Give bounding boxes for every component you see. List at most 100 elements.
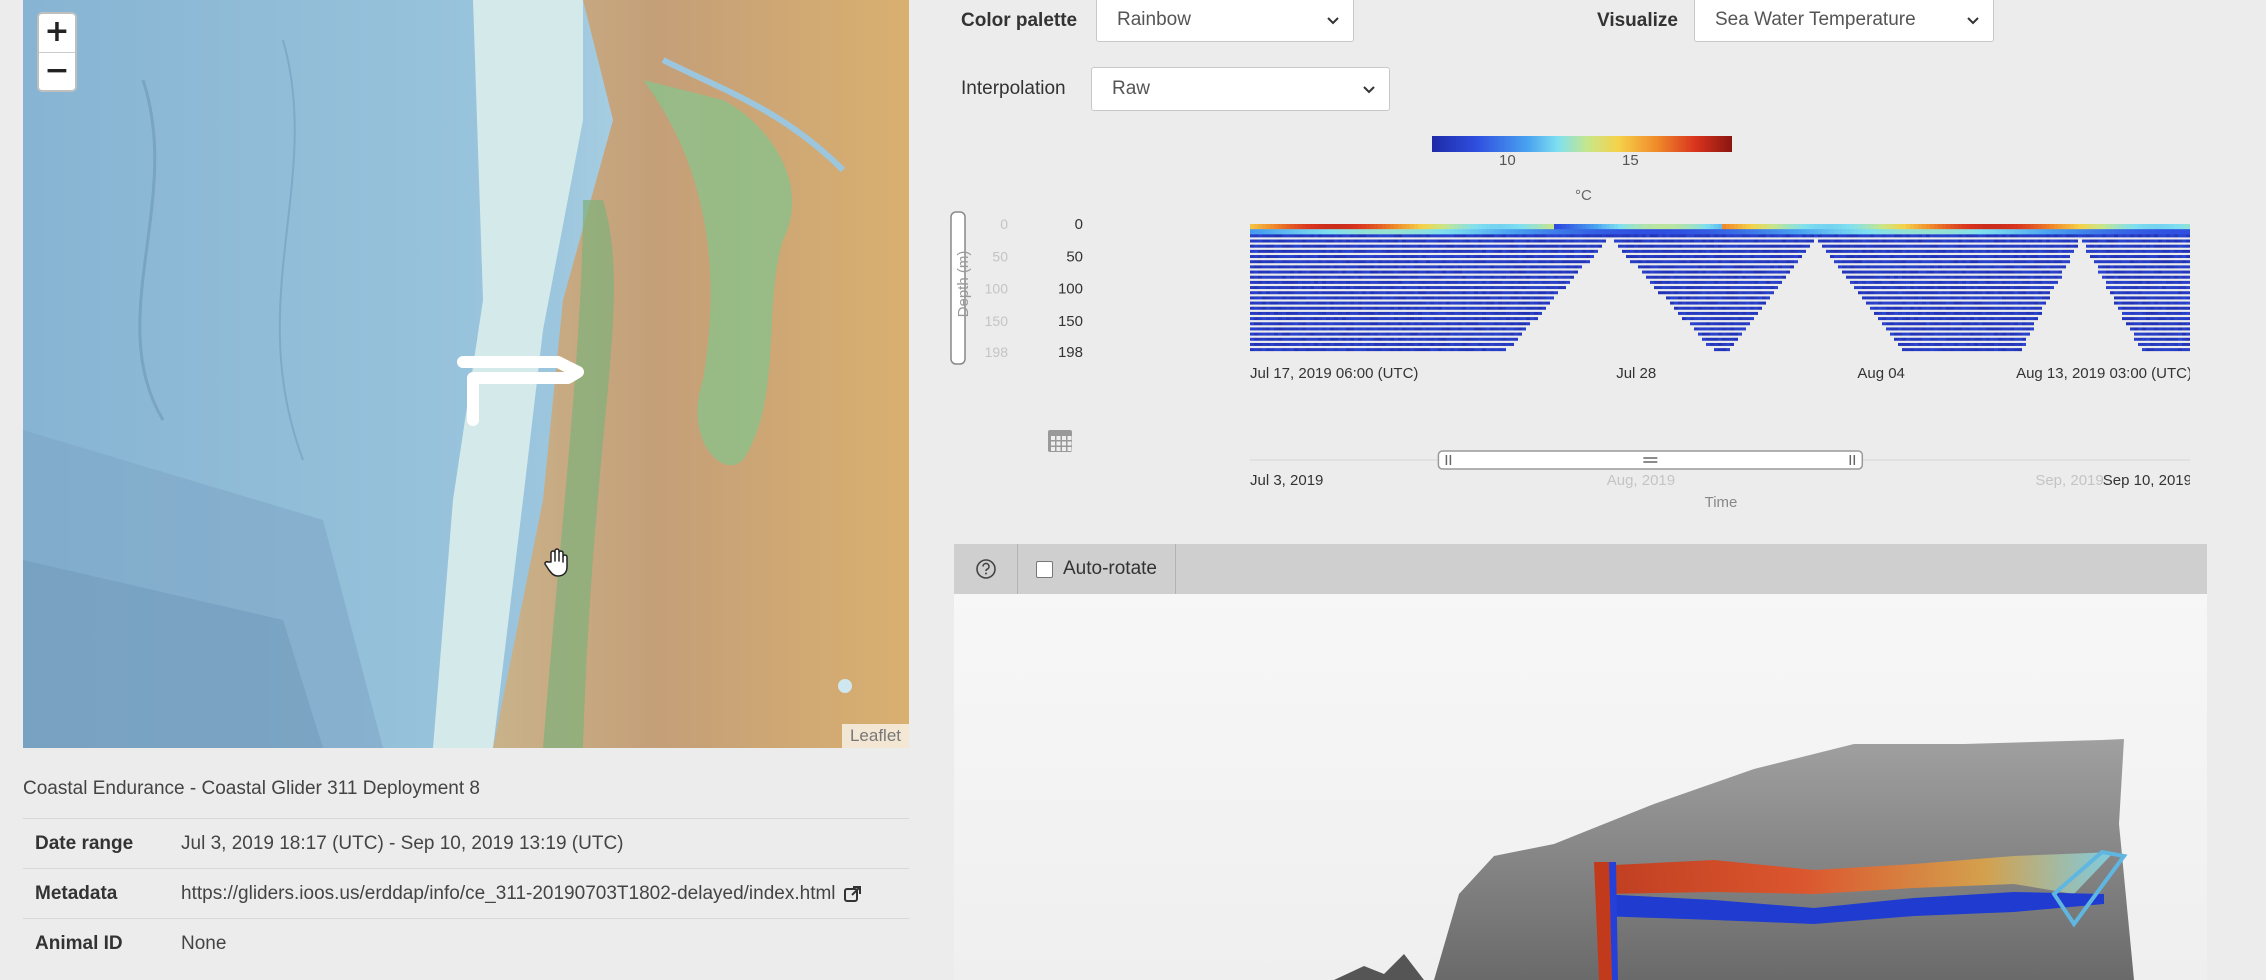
interpolation-select[interactable]: Raw <box>1091 67 1390 111</box>
heatmap-cell <box>1982 260 1986 263</box>
heatmap-cell <box>1654 250 1658 253</box>
heatmap-cell <box>1430 317 1434 320</box>
heatmap-cell <box>1978 260 1982 263</box>
heatmap-cell <box>1454 260 1458 263</box>
heatmap-cell <box>2118 302 2122 305</box>
heatmap-cell <box>2066 260 2070 263</box>
heatmap-cell <box>1958 255 1962 258</box>
heatmap-cell <box>1934 296 1938 299</box>
heatmap-cell <box>2150 245 2154 248</box>
metadata-link[interactable]: https://gliders.ioos.us/erddap/info/ce_3… <box>181 883 836 905</box>
map-attribution[interactable]: Leaflet <box>842 724 909 748</box>
heatmap-cell <box>2090 250 2094 253</box>
heatmap-cell <box>1590 250 1594 253</box>
heatmap-cell <box>2070 245 2074 248</box>
visualize-select[interactable]: Sea Water Temperature <box>1694 0 1994 42</box>
heatmap-cell <box>1530 265 1534 268</box>
heatmap-cell <box>1838 260 1842 263</box>
map-view[interactable]: + − Leaflet <box>23 0 909 748</box>
heatmap-cell <box>1558 255 1562 258</box>
heatmap-cell <box>1498 265 1502 268</box>
calendar-icon[interactable] <box>1048 430 1072 452</box>
heatmap-cell <box>1882 265 1886 268</box>
auto-rotate-toggle[interactable]: Auto-rotate <box>1018 544 1176 594</box>
heatmap-cell <box>1746 234 1750 237</box>
heatmap-cell <box>1442 250 1446 253</box>
external-link-icon[interactable] <box>844 885 862 903</box>
heatmap-cell <box>2114 276 2118 279</box>
heatmap-cell <box>2138 307 2142 310</box>
heatmap-cell <box>1502 271 1506 274</box>
heatmap-cell <box>1358 322 1362 325</box>
heatmap-cell <box>1538 265 1542 268</box>
heatmap-cell <box>1730 343 1734 346</box>
heatmap-cell <box>1890 240 1894 243</box>
heatmap-cell <box>1470 291 1474 294</box>
heatmap-cell <box>1930 260 1934 263</box>
heatmap-cell <box>1414 327 1418 330</box>
color-palette-select[interactable]: Rainbow <box>1096 0 1354 42</box>
heatmap-cell <box>2134 333 2138 336</box>
help-button[interactable] <box>954 544 1018 594</box>
heatmap-cell <box>1982 307 1986 310</box>
heatmap-cell <box>1982 327 1986 330</box>
heatmap-cell <box>1910 343 1914 346</box>
auto-rotate-checkbox[interactable] <box>1036 561 1053 578</box>
heatmap-cell <box>1502 307 1506 310</box>
heatmap-cell <box>2170 286 2174 289</box>
heatmap-cell <box>2042 291 2046 294</box>
heatmap-cell <box>1882 322 1886 325</box>
heatmap-cell <box>1398 281 1402 284</box>
heatmap-cell <box>2162 286 2166 289</box>
heatmap-cell <box>2162 338 2166 341</box>
heatmap-cell <box>2142 333 2146 336</box>
heatmap-cell <box>2118 281 2122 284</box>
heatmap-cell <box>1778 250 1782 253</box>
heatmap-cell <box>2118 271 2122 274</box>
heatmap-cell <box>2154 245 2158 248</box>
heatmap-cell <box>1950 234 1954 237</box>
heatmap-cell <box>2022 317 2026 320</box>
heatmap-cell <box>2154 317 2158 320</box>
heatmap-cell <box>2114 234 2118 237</box>
heatmap-cell <box>1954 255 1958 258</box>
depth-time-section-chart[interactable]: Depth (m) 0 050 50100 100150 150198 198 Jul 1… <box>950 200 2190 520</box>
heatmap-cell <box>1670 260 1674 263</box>
heatmap-cell <box>2010 276 2014 279</box>
heatmap-cell <box>1374 260 1378 263</box>
heatmap-cell <box>1862 234 1866 237</box>
chevron-down-icon <box>1361 81 1377 97</box>
heatmap-cell <box>1366 291 1370 294</box>
heatmap-cell <box>1758 291 1762 294</box>
zoom-out-button[interactable]: − <box>39 52 75 90</box>
heatmap-cell <box>1686 260 1690 263</box>
heatmap-cell <box>1958 322 1962 325</box>
heatmap-cell <box>1538 286 1542 289</box>
heatmap-cell <box>1506 265 1510 268</box>
heatmap-cell <box>1554 260 1558 263</box>
zoom-in-button[interactable]: + <box>39 14 75 52</box>
heatmap-cell <box>1846 255 1850 258</box>
heatmap-cell <box>1386 327 1390 330</box>
heatmap-cell <box>1390 245 1394 248</box>
heatmap-cell <box>1870 255 1874 258</box>
heatmap-cell <box>2118 260 2122 263</box>
heatmap-cell <box>2182 281 2186 284</box>
heatmap-cell <box>2138 265 2142 268</box>
heatmap-cell <box>2170 312 2174 315</box>
heatmap-cell <box>1422 240 1426 243</box>
heatmap-cell <box>2094 245 2098 248</box>
heatmap-cell <box>1570 260 1574 263</box>
heatmap-cell <box>2102 234 2106 237</box>
view3d-canvas[interactable] <box>954 594 2207 980</box>
heatmap-cell <box>1970 333 1974 336</box>
heatmap-cell <box>1506 286 1510 289</box>
heatmap-cell <box>1266 338 1270 341</box>
heatmap-cell <box>1958 265 1962 268</box>
heatmap-cell <box>1326 333 1330 336</box>
heatmap-cell <box>1530 296 1534 299</box>
heatmap-cell <box>1410 265 1414 268</box>
heatmap-cell <box>1426 245 1430 248</box>
heatmap-cell <box>1406 312 1410 315</box>
time-range-selection[interactable] <box>1438 451 1862 469</box>
